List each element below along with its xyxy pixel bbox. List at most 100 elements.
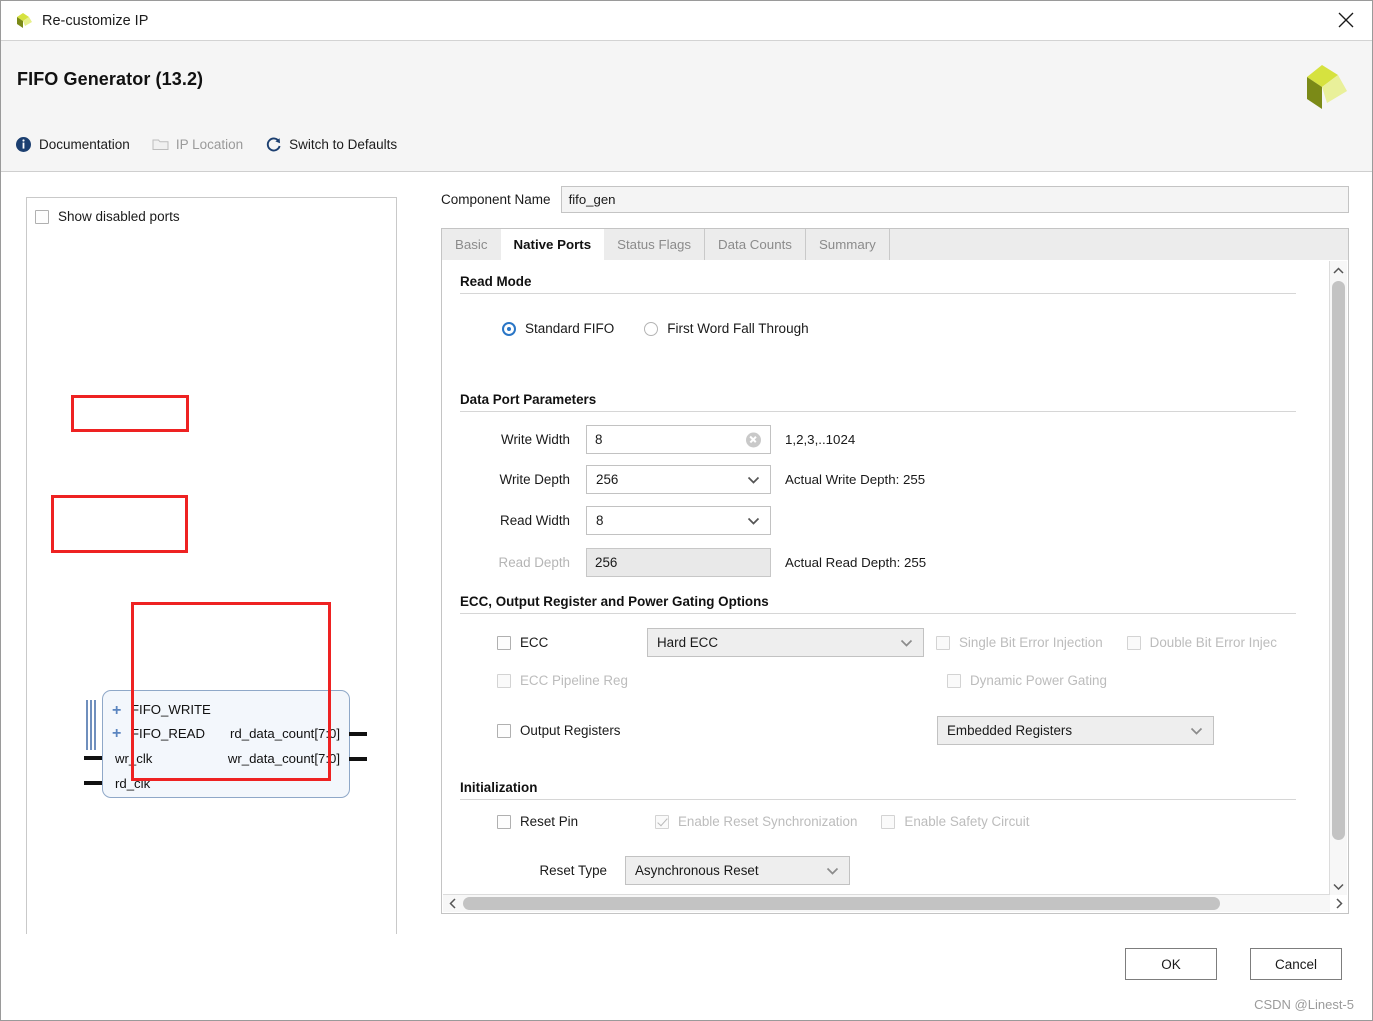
cancel-button[interactable]: Cancel — [1250, 948, 1342, 980]
dialog-body: Show disabled ports + FIFO_WRITE + FIFO_… — [1, 172, 1372, 1020]
read-mode-radio-group: Standard FIFO First Word Fall Through — [502, 321, 809, 336]
read-depth-hint: Actual Read Depth: 255 — [785, 555, 927, 570]
switch-to-defaults-link[interactable]: Switch to Defaults — [265, 136, 397, 153]
port-label-fifo-write: FIFO_WRITE — [131, 702, 211, 717]
expand-fifo-read-icon[interactable]: + — [112, 726, 121, 742]
radio-standard-fifo-label: Standard FIFO — [525, 321, 615, 336]
vertical-scroll-thumb[interactable] — [1332, 281, 1345, 840]
radio-standard-fifo[interactable]: Standard FIFO — [502, 321, 614, 336]
ecc-pipeline-reg-label: ECC Pipeline Reg — [520, 673, 628, 688]
ecc-label: ECC — [520, 635, 549, 650]
scroll-down-icon[interactable] — [1330, 877, 1347, 895]
row-read-width: Read Width 8 — [460, 506, 1080, 535]
vertical-scrollbar[interactable] — [1329, 261, 1347, 895]
chevron-down-icon — [1190, 723, 1203, 738]
single-bit-error-injection-label: Single Bit Error Injection — [959, 635, 1103, 650]
checkbox-box — [497, 723, 511, 738]
bus-stub-fifo-read-icon — [86, 724, 99, 750]
chevron-down-icon — [747, 513, 760, 528]
ecc-checkbox[interactable]: ECC — [497, 635, 647, 650]
write-depth-combo[interactable]: 256 — [586, 465, 771, 494]
checkbox-box — [936, 635, 950, 650]
section-divider — [460, 613, 1296, 614]
scroll-up-icon[interactable] — [1330, 261, 1347, 279]
section-divider — [460, 411, 1296, 412]
tab-native-ports-label: Native Ports — [513, 237, 592, 252]
close-icon[interactable] — [1320, 1, 1372, 39]
read-width-combo[interactable]: 8 — [586, 506, 771, 535]
ecc-pipeline-reg-checkbox: ECC Pipeline Reg — [497, 673, 947, 688]
switch-to-defaults-label: Switch to Defaults — [289, 137, 398, 152]
config-panel: Component Name fifo_gen Basic Native Por… — [441, 184, 1349, 937]
tab-strip-filler — [890, 229, 1348, 260]
horizontal-scrollbar[interactable] — [443, 894, 1343, 912]
ok-button[interactable]: OK — [1125, 948, 1217, 980]
component-name-input[interactable]: fifo_gen — [560, 185, 1349, 213]
scroll-right-icon[interactable] — [1330, 895, 1348, 912]
checkbox-box — [35, 209, 49, 224]
tab-status-flags[interactable]: Status Flags — [604, 229, 706, 260]
write-depth-label: Write Depth — [499, 472, 570, 487]
row-reset-pin: Reset Pin Enable Reset Synchronization E… — [497, 814, 1029, 829]
tab-basic-label: Basic — [455, 237, 488, 252]
output-register-mode-combo[interactable]: Embedded Registers — [937, 716, 1214, 745]
tab-basic[interactable]: Basic — [442, 229, 501, 260]
reset-pin-checkbox[interactable]: Reset Pin — [497, 814, 647, 829]
read-width-value: 8 — [596, 513, 604, 528]
horizontal-scroll-thumb[interactable] — [463, 897, 1220, 910]
documentation-link[interactable]: Documentation — [15, 136, 130, 153]
row-read-depth: Read Depth 256 Actual Read Depth: 255 — [460, 548, 1080, 577]
row-reset-type: Reset Type Asynchronous Reset — [460, 856, 1080, 885]
dynamic-power-gating-label: Dynamic Power Gating — [970, 673, 1107, 688]
write-depth-hint: Actual Write Depth: 255 — [785, 472, 926, 487]
native-ports-content: Read Mode Standard FIFO First Word Fall … — [442, 260, 1315, 890]
scroll-left-icon[interactable] — [443, 895, 461, 912]
checkbox-box — [497, 673, 511, 688]
tab-data-counts[interactable]: Data Counts — [705, 229, 806, 260]
ip-location-link[interactable]: IP Location — [152, 136, 243, 153]
write-width-hint: 1,2,3,..1024 — [785, 432, 856, 447]
read-width-label: Read Width — [500, 513, 570, 528]
read-depth-value: 256 — [595, 555, 618, 570]
expand-fifo-write-icon[interactable]: + — [112, 703, 121, 719]
section-divider — [460, 293, 1296, 294]
tab-summary[interactable]: Summary — [806, 229, 890, 260]
reset-type-combo[interactable]: Asynchronous Reset — [625, 856, 850, 885]
section-read-mode: Read Mode — [460, 274, 1296, 294]
output-registers-checkbox[interactable]: Output Registers — [497, 723, 937, 738]
component-name-row: Component Name fifo_gen — [441, 184, 1349, 214]
data-port-title: Data Port Parameters — [460, 392, 597, 407]
tab-page-native-ports: Read Mode Standard FIFO First Word Fall … — [441, 259, 1349, 914]
single-bit-error-injection-checkbox: Single Bit Error Injection — [936, 635, 1103, 650]
tab-status-flags-label: Status Flags — [617, 237, 692, 252]
show-disabled-ports-checkbox[interactable]: Show disabled ports — [35, 209, 180, 224]
cancel-button-label: Cancel — [1274, 956, 1318, 972]
ecc-mode-combo[interactable]: Hard ECC — [647, 628, 924, 657]
row-output-registers: Output Registers Embedded Registers — [497, 716, 1214, 745]
output-register-mode-value: Embedded Registers — [947, 723, 1073, 738]
ip-symbol-diagram: + FIFO_WRITE + FIFO_READ wr_clk rd_clk r… — [82, 690, 367, 798]
ecc-title: ECC, Output Register and Power Gating Op… — [460, 594, 769, 609]
row-ecc-pipeline: ECC Pipeline Reg Dynamic Power Gating — [497, 673, 1107, 688]
initialization-title: Initialization — [460, 780, 538, 795]
reset-pin-label: Reset Pin — [520, 814, 579, 829]
row-write-width: Write Width 8 1,2,3,..1024 — [460, 425, 1020, 454]
folder-icon — [152, 136, 169, 153]
radio-first-word-fall-through[interactable]: First Word Fall Through — [644, 321, 809, 336]
read-depth-label: Read Depth — [498, 555, 570, 570]
component-name-value: fifo_gen — [568, 191, 616, 207]
checkbox-box — [497, 635, 511, 650]
output-registers-label: Output Registers — [520, 723, 621, 738]
enable-safety-circuit-label: Enable Safety Circuit — [904, 814, 1030, 829]
chevron-down-icon — [900, 635, 913, 650]
write-width-input[interactable]: 8 — [586, 425, 771, 454]
ip-location-label: IP Location — [175, 137, 244, 152]
clear-icon[interactable] — [746, 432, 761, 447]
pin-wr-clk-icon — [84, 756, 102, 760]
tab-native-ports[interactable]: Native Ports — [500, 229, 605, 260]
pin-wr-data-count-icon — [349, 757, 367, 761]
show-disabled-ports-label: Show disabled ports — [58, 209, 180, 224]
window-title: Re-customize IP — [42, 12, 149, 29]
checkbox-box — [497, 814, 511, 829]
pin-rd-clk-icon — [84, 781, 102, 785]
